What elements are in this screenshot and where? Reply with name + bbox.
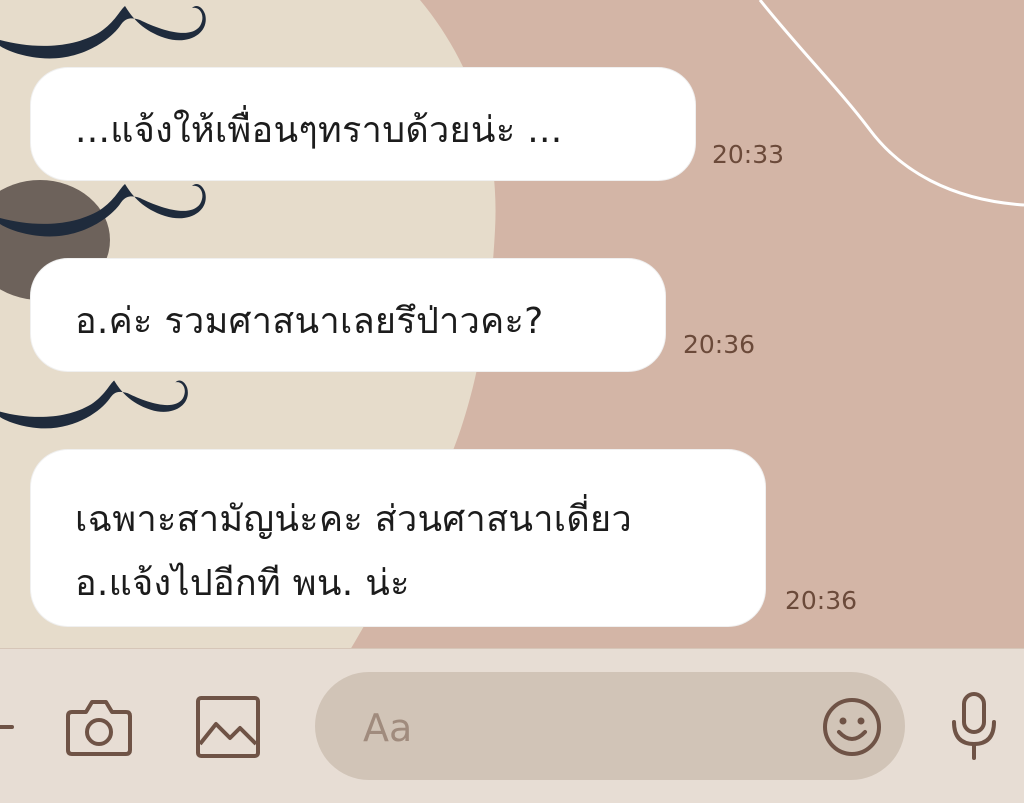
message-timestamp: 20:33 — [712, 140, 785, 169]
mustache-avatar-icon — [0, 6, 206, 59]
mustache-avatar-icon — [0, 184, 206, 237]
message-bubble[interactable]: เฉพาะสามัญน่ะคะ ส่วนศาสนาเดี่ยว อ.แจ้งไป… — [30, 449, 766, 627]
message-bubble[interactable]: อ.ค่ะ รวมศาสนาเลยรึป่าวคะ? — [30, 258, 666, 372]
message-timestamp: 20:36 — [785, 586, 858, 615]
image-icon[interactable] — [194, 694, 262, 760]
microphone-icon[interactable] — [946, 690, 1002, 762]
message-input-placeholder: Aa — [363, 706, 413, 750]
emoji-icon[interactable] — [821, 696, 883, 758]
message-text-line-1: เฉพาะสามัญน่ะคะ ส่วนศาสนาเดี่ยว — [75, 499, 632, 540]
message-text: ...แจ้งให้เพื่อนๆทราบด้วยน่ะ ... — [75, 110, 563, 151]
message-text: อ.ค่ะ รวมศาสนาเลยรึป่าวคะ? — [75, 301, 544, 342]
message-timestamp: 20:36 — [683, 330, 756, 359]
message-text-line-2: อ.แจ้งไปอีกที พน. น่ะ — [75, 563, 410, 604]
message-bubble[interactable]: ...แจ้งให้เพื่อนๆทราบด้วยน่ะ ... — [30, 67, 696, 181]
camera-icon[interactable] — [64, 694, 134, 760]
message-input[interactable]: Aa — [315, 672, 905, 780]
plus-icon[interactable] — [0, 704, 16, 750]
mustache-avatar-icon — [0, 380, 188, 429]
